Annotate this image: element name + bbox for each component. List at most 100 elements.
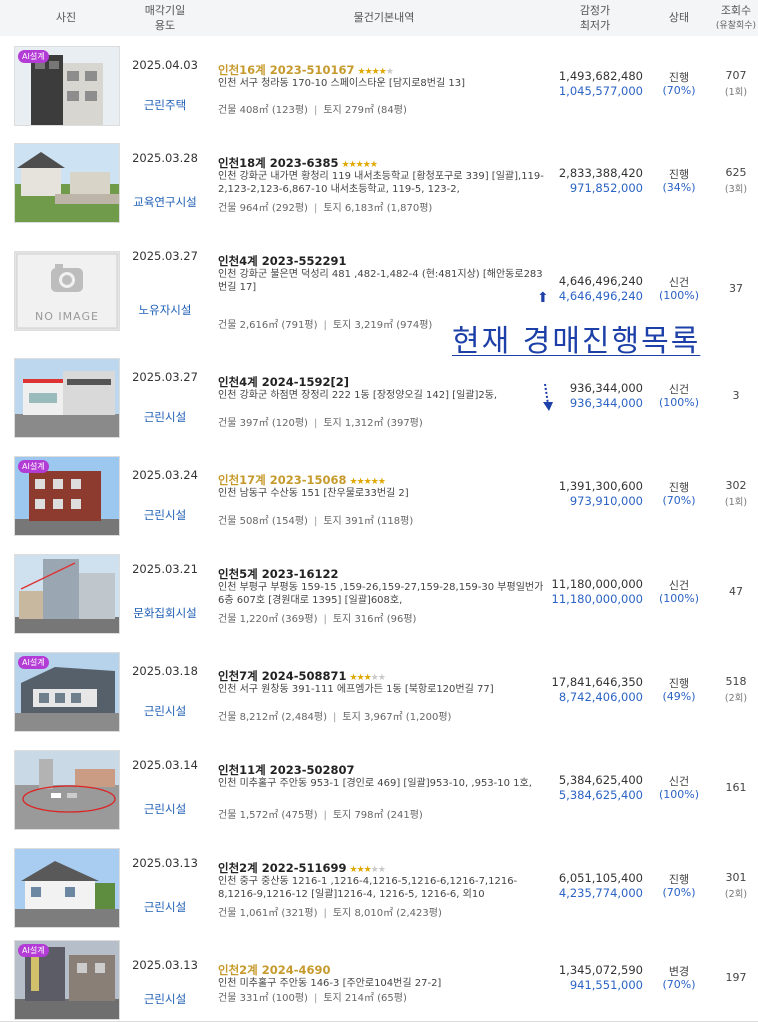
property-address: 인천 남동구 수산동 151 [찬우물로33번길 2]	[218, 488, 409, 499]
case-number-link[interactable]: 인천7계 2024-508871 ★★★★★	[218, 668, 386, 684]
building-area: 건물 331㎡ (100평)	[218, 993, 308, 1004]
appraisal-price: 1,391,300,600	[558, 479, 643, 493]
view-count: 3	[732, 389, 740, 402]
building-area: 건물 1,220㎡ (369평)	[218, 614, 318, 625]
area-info: 건물 2,616㎡ (791평) | 토지 3,219㎡ (974평)	[218, 320, 433, 331]
view-count: 161	[725, 781, 747, 794]
table-row[interactable]: 2025.03.21 문화집회시설 인천5계 2023-16122 인천 부평구…	[0, 544, 758, 643]
failed-bid-count: (1회)	[724, 87, 748, 98]
building-area: 건물 1,572㎡ (475평)	[218, 810, 318, 821]
property-photo[interactable]: AI설계	[14, 940, 120, 1020]
appraisal-price: 2,833,388,420	[558, 166, 643, 180]
header-min-price[interactable]: 최저가	[555, 19, 635, 33]
area-info: 건물 1,572㎡ (475평) | 토지 798㎡ (241평)	[218, 810, 423, 821]
header-views[interactable]: 조회수	[712, 4, 758, 18]
case-number-link[interactable]: 인천16계 2023-510167 ★★★★★	[218, 62, 394, 78]
case-number-link[interactable]: 인천4계 2024-1592[2]	[218, 374, 349, 390]
case-number-link[interactable]: 인천11계 2023-502807	[218, 762, 355, 778]
ai-design-badge: AI설계	[18, 460, 49, 473]
failed-bid-count: (3회)	[724, 184, 748, 195]
case-number: 인천4계 2023-552291	[218, 254, 347, 268]
price-percent: (70%)	[662, 978, 696, 991]
usage-type: 근린시설	[143, 900, 187, 914]
area-info: 건물 1,061㎡ (321평) | 토지 8,010㎡ (2,423평)	[218, 908, 442, 919]
property-address: 인천 강화군 하점면 장정리 222 1동 [장정양오길 142] [일괄]2동…	[218, 390, 498, 401]
case-number-link[interactable]: 인천5계 2023-16122	[218, 566, 339, 582]
case-number-link[interactable]: 인천2계 2024-4690	[218, 962, 331, 978]
table-row[interactable]: AI설계 2025.03.18 근린시설 인천7계 2024-508871 ★★★…	[0, 642, 758, 741]
usage-type: 근린시설	[143, 802, 187, 816]
minimum-price: 4,646,496,240	[558, 289, 643, 303]
property-photo[interactable]: AI설계	[14, 46, 120, 126]
minimum-price: 973,910,000	[569, 494, 643, 508]
rating-stars-icon: ★★★★★	[357, 67, 394, 77]
table-row[interactable]: AI설계 2025.03.13 근린시설 인천2계 2024-4690 인천 미…	[0, 936, 758, 1022]
failed-bid-count: (2회)	[724, 889, 748, 900]
land-area: 토지 798㎡ (241평)	[332, 810, 423, 821]
minimum-price: 971,852,000	[569, 181, 643, 195]
property-photo[interactable]	[14, 143, 120, 223]
minimum-price: 936,344,000	[569, 396, 643, 410]
table-row[interactable]: AI설계 2025.04.03 근린주택 인천16계 2023-510167 ★★…	[0, 36, 758, 134]
land-area: 토지 3,967㎡ (1,200평)	[342, 712, 452, 723]
view-count: 47	[729, 585, 743, 598]
land-area: 토지 8,010㎡ (2,423평)	[332, 908, 442, 919]
view-count: 197	[725, 971, 747, 984]
view-count: 301	[725, 871, 747, 884]
sale-date: 2025.03.21	[132, 562, 198, 576]
arrow-up-icon: ⬆	[537, 290, 549, 306]
building-area: 건물 397㎡ (120평)	[218, 418, 308, 429]
property-photo[interactable]	[14, 848, 120, 928]
table-row[interactable]: 2025.03.13 근린시설 인천2계 2022-511699 ★★★★★ 인천…	[0, 838, 758, 937]
area-info: 건물 1,220㎡ (369평) | 토지 316㎡ (96평)	[218, 614, 417, 625]
ai-design-badge: AI설계	[18, 656, 49, 669]
property-photo[interactable]: NO IMAGE	[14, 251, 120, 331]
arrow-down-icon	[540, 382, 554, 416]
case-number-link[interactable]: 인천2계 2022-511699 ★★★★★	[218, 860, 386, 876]
property-address: 인천 미추홀구 주안동 953-1 [경인로 469] [일괄]953-10, …	[218, 778, 532, 789]
property-address: 인천 강화군 불은면 덕성리 481 ,482-1,482-4 (현:481지상…	[218, 269, 543, 293]
header-photo: 사진	[55, 11, 77, 24]
view-count: 518	[725, 675, 747, 688]
property-photo[interactable]	[14, 554, 120, 634]
usage-type: 근린시설	[143, 508, 187, 522]
sale-date: 2025.03.28	[132, 151, 198, 165]
property-photo[interactable]: AI설계	[14, 652, 120, 732]
case-number-link[interactable]: 인천18계 2023-6385 ★★★★★	[218, 155, 378, 171]
case-number: 인천2계 2024-4690	[218, 963, 331, 977]
land-area: 토지 316㎡ (96평)	[332, 614, 417, 625]
property-address: 인천 중구 중산동 1216-1 ,1216-4,1216-5,1216-6,1…	[218, 876, 518, 900]
land-area: 토지 214㎡ (65평)	[323, 993, 407, 1004]
building-area: 건물 2,616㎡ (791평)	[218, 320, 318, 331]
status-text: 신건	[668, 383, 690, 396]
property-photo[interactable]	[14, 358, 120, 438]
case-number-link[interactable]: 인천4계 2023-552291	[218, 253, 347, 269]
sale-date: 2025.04.03	[132, 58, 198, 72]
usage-type: 문화집회시설	[133, 606, 197, 620]
minimum-price: 11,180,000,000	[551, 592, 643, 606]
no-image-label: NO IMAGE	[35, 310, 99, 323]
case-number-link[interactable]: 인천17계 2023-15068 ★★★★★	[218, 472, 386, 488]
header-sale-date[interactable]: 매각기일	[120, 4, 210, 18]
table-row[interactable]: AI설계 2025.03.24 근린시설 인천17계 2023-15068 ★★★…	[0, 446, 758, 545]
area-info: 건물 964㎡ (292평) | 토지 6,183㎡ (1,870평)	[218, 203, 433, 214]
appraisal-price: 6,051,105,400	[558, 871, 643, 885]
header-appraisal[interactable]: 감정가	[555, 4, 635, 18]
header-fails: (유찰회수)	[715, 21, 757, 31]
price-percent: (34%)	[662, 181, 696, 194]
table-row[interactable]: 2025.03.28 교육연구시설 인천18계 2023-6385 ★★★★★ 인…	[0, 133, 758, 232]
appraisal-price: 11,180,000,000	[551, 577, 643, 591]
property-photo[interactable]	[14, 750, 120, 830]
sale-date: 2025.03.14	[132, 758, 198, 772]
status-text: 신건	[668, 579, 690, 592]
usage-type: 근린시설	[143, 410, 187, 424]
view-count: 302	[725, 479, 747, 492]
minimum-price: 5,384,625,400	[558, 788, 643, 802]
property-address: 인천 강화군 내가면 황청리 119 내서초등학교 [황청포구로 339] [일…	[218, 171, 544, 195]
property-photo[interactable]: AI설계	[14, 456, 120, 536]
appraisal-price: 1,345,072,590	[558, 963, 643, 977]
minimum-price: 941,551,000	[569, 978, 643, 992]
status-text: 신건	[668, 775, 690, 788]
table-row[interactable]: 2025.03.27 근린시설 인천4계 2024-1592[2] 인천 강화군…	[0, 348, 758, 447]
table-row[interactable]: 2025.03.14 근린시설 인천11계 2023-502807 인천 미추홀…	[0, 740, 758, 839]
